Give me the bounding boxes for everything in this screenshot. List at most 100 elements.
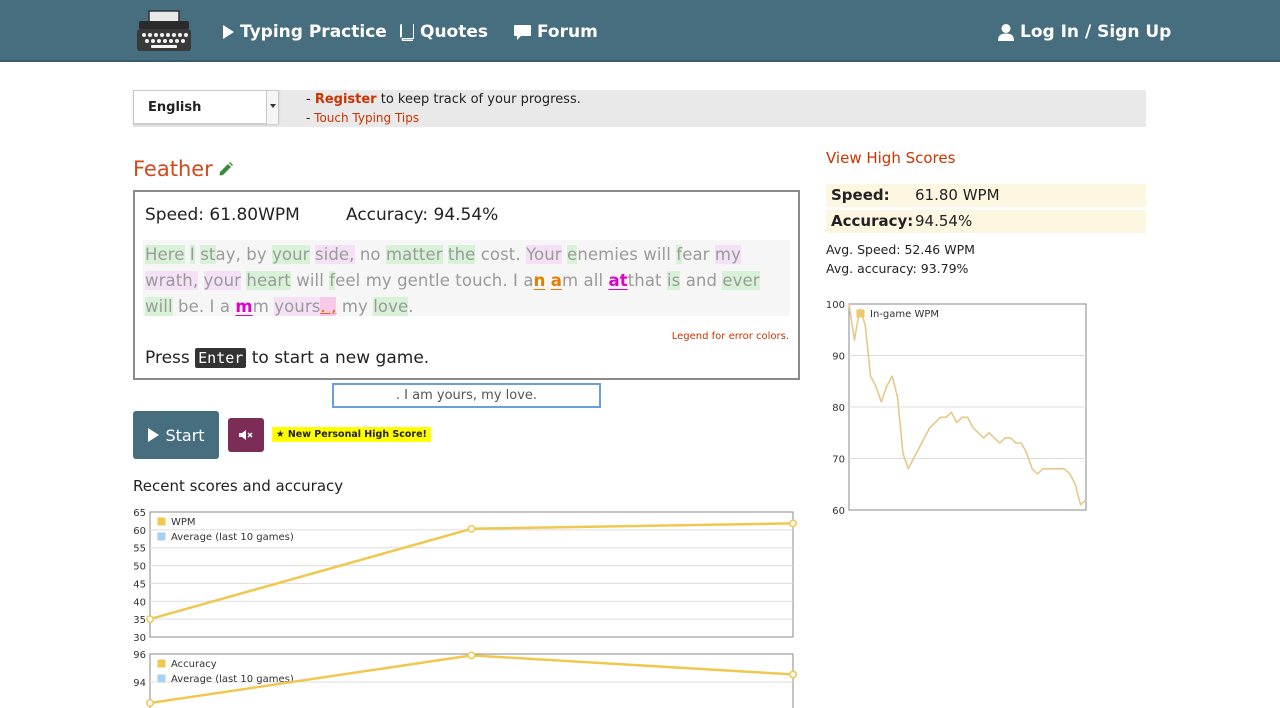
quote-segment: cost. (475, 245, 527, 264)
language-select-value: English (148, 100, 202, 115)
user-icon (998, 23, 1014, 41)
info-dash: - (306, 92, 315, 107)
enter-key: Enter (195, 348, 247, 368)
quote-segment: side (314, 245, 350, 264)
quote-segment: ear (682, 245, 715, 264)
navbar: Typing Practice Quotes Forum Log In / Si… (0, 0, 1280, 62)
quote-segment: nemies will (577, 245, 677, 264)
quote-segment: Here (145, 245, 185, 264)
nav-quotes-label: Quotes (420, 22, 489, 42)
quote-segment: n (533, 271, 546, 290)
wpm-chart: 30 35 40 45 50 55 60 65 WPM Average (last 10 game… (133, 508, 797, 644)
quote-segment: . , (320, 297, 337, 316)
quote-segment: yours (274, 297, 321, 316)
typewriter-logo-icon[interactable] (135, 9, 193, 55)
press-label: Press (145, 348, 190, 368)
game-speed: Speed: 61.80WPM (145, 205, 300, 225)
error-legend-link[interactable]: Legend for error colors. (672, 331, 789, 342)
nav-login-label: Log In / Sign Up (1020, 22, 1172, 42)
hs-accuracy-value: 94.54% (915, 212, 973, 230)
legend-label: Accuracy (171, 659, 217, 670)
quote-title-text[interactable]: Feather (133, 157, 213, 181)
quote-text: Here I stay, by your side, no matter the… (143, 240, 790, 316)
legend-swatch (156, 658, 167, 669)
info-dash: - (306, 111, 315, 125)
press-rest-label: to start a new game. (251, 348, 430, 368)
quote-segment: will (145, 297, 173, 316)
quote-segment: ever (722, 271, 760, 290)
data-point (146, 615, 154, 624)
quote-segment: e (567, 245, 578, 264)
legend-label: In-game WPM (870, 309, 939, 320)
legend-swatch (156, 516, 167, 527)
y-tick-label: 96 (133, 650, 146, 661)
data-point (789, 519, 797, 528)
nav-typing-practice-label: Typing Practice (240, 22, 387, 42)
new-high-score-badge: ★ New Personal High Score! (272, 427, 431, 442)
y-tick-label: 65 (133, 508, 146, 519)
y-tick-label: 55 (133, 544, 146, 555)
y-tick-label: 50 (133, 562, 146, 573)
book-icon (400, 23, 414, 41)
y-tick-label: 94 (133, 678, 146, 689)
data-point (467, 651, 476, 660)
start-button-label: Start (165, 425, 205, 445)
typing-input[interactable] (332, 383, 601, 408)
legend-label: Average (last 10 games) (171, 532, 294, 543)
quote-segment: that (627, 271, 667, 290)
recent-scores-title: Recent scores and accuracy (133, 477, 344, 495)
avg-speed: Avg. Speed: 52.46 WPM (826, 242, 975, 257)
quote-segment: is (666, 271, 681, 290)
quote-segment: Your (526, 245, 562, 264)
y-tick-label: 30 (133, 633, 146, 644)
game-box: Speed: 61.80WPM Accuracy: 94.54% Here I … (133, 190, 800, 380)
nav-login-signup[interactable]: Log In / Sign Up (998, 19, 1171, 45)
hs-accuracy-label: Accuracy: (831, 212, 914, 230)
hs-speed-label: Speed: (831, 186, 890, 204)
data-point (146, 699, 154, 707)
quote-segment: love (373, 297, 409, 316)
quote-segment: no (354, 245, 386, 264)
nav-typing-practice[interactable]: Typing Practice (222, 19, 387, 45)
y-tick-label: 35 (133, 615, 146, 626)
start-button[interactable]: Start (133, 411, 219, 459)
quote-segment: be. I a (172, 297, 236, 316)
nav-quotes[interactable]: Quotes (400, 19, 488, 45)
y-tick-label: 60 (832, 506, 845, 517)
quote-segment: wrath, (145, 271, 199, 290)
register-info: - Register to keep track of your progres… (306, 92, 581, 107)
quote-segment: m all (562, 271, 609, 290)
quote-segment: will (290, 271, 330, 290)
legend-label: WPM (171, 517, 196, 528)
quote-title: Feather (133, 157, 233, 181)
pencil-icon[interactable] (218, 161, 233, 177)
chevron-down-icon[interactable] (266, 91, 278, 124)
nav-forum[interactable]: Forum (514, 19, 598, 45)
play-icon (223, 25, 234, 39)
quote-segment: my (336, 297, 374, 316)
language-select[interactable]: English (133, 90, 279, 124)
legend-swatch (156, 673, 167, 684)
quote-segment: ay, by (215, 245, 273, 264)
quote-segment: m (235, 297, 253, 316)
data-point (789, 670, 797, 679)
in-game-wpm-chart: 60 70 80 90 100 In-game WPM (826, 300, 1087, 517)
quote-segment: the (448, 245, 476, 264)
mute-button[interactable] (228, 418, 264, 452)
touch-typing-tips-link[interactable]: Touch Typing Tips (314, 111, 419, 125)
press-enter-hint: Press Enter to start a new game. (145, 348, 429, 368)
quote-segment: eel my gentle touch. I a (335, 271, 534, 290)
view-high-scores-link[interactable]: View High Scores (826, 149, 955, 167)
legend-swatch (156, 531, 167, 542)
quote-segment: and (680, 271, 723, 290)
comment-icon (514, 24, 531, 40)
register-info-text: to keep track of your progress. (376, 92, 581, 107)
hs-speed-value: 61.80 WPM (915, 186, 1000, 204)
game-accuracy: Accuracy: 94.54% (346, 205, 499, 225)
high-score-speed-row: Speed: 61.80 WPM (826, 184, 1146, 207)
y-tick-label: 100 (826, 300, 845, 311)
tips-info: - Touch Typing Tips (306, 111, 419, 125)
y-tick-label: 70 (832, 455, 845, 466)
y-tick-label: 40 (133, 597, 146, 608)
register-link[interactable]: Register (315, 92, 377, 107)
